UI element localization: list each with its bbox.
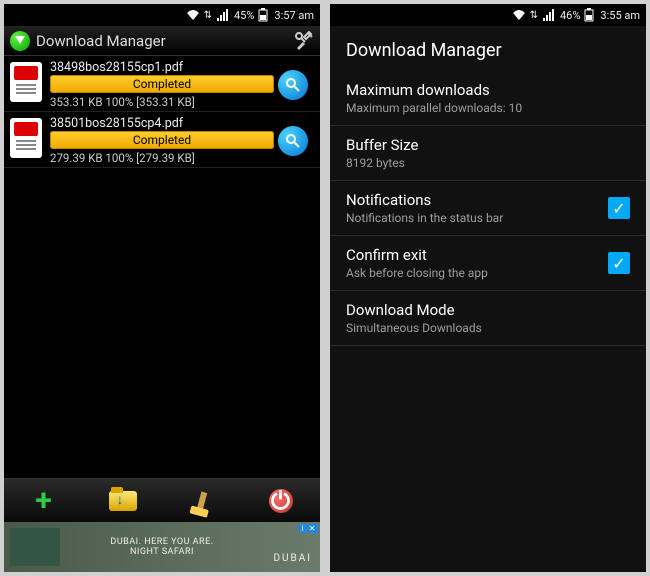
clock-text: 3:57 am: [274, 9, 314, 22]
download-stats: 279.39 KB 100% [279.39 KB]: [50, 151, 274, 165]
status-bar: ⇅ 45% 3:57 am: [4, 4, 320, 26]
setting-notifications[interactable]: Notifications Notifications in the statu…: [330, 181, 646, 236]
wifi-icon: [186, 9, 200, 21]
clear-button[interactable]: [162, 479, 241, 522]
setting-title: Download Mode: [346, 301, 630, 319]
download-filename: 38501bos28155cp4.pdf: [50, 116, 274, 131]
ad-info-icon[interactable]: i: [299, 524, 305, 533]
left-phone: ⇅ 45% 3:57 am Download Manager 38498bos2…: [4, 4, 320, 572]
setting-title: Notifications: [346, 191, 608, 209]
signal-icon: [216, 9, 230, 21]
setting-buffer-size[interactable]: Buffer Size 8192 bytes: [330, 126, 646, 181]
folder-download-icon: [109, 491, 137, 511]
plus-icon: +: [35, 483, 51, 518]
pdf-file-icon: [10, 118, 42, 158]
banner-ad[interactable]: DUBAI. HERE YOU ARE. NIGHT SAFARI i ✕ DU…: [4, 522, 320, 572]
power-icon: ⏻: [269, 489, 293, 513]
battery-percent: 45%: [234, 9, 254, 22]
setting-confirm-exit[interactable]: Confirm exit Ask before closing the app …: [330, 236, 646, 291]
ad-close-icon[interactable]: ✕: [307, 524, 318, 533]
download-stats: 353.31 KB 100% [353.31 KB]: [50, 95, 274, 109]
setting-title: Maximum downloads: [346, 81, 630, 99]
app-header: Download Manager: [4, 26, 320, 56]
ad-line2: NIGHT SAFARI: [130, 547, 194, 557]
status-bar: ⇅ 46% 3:55 am: [330, 4, 646, 26]
ad-badge: i ✕: [299, 524, 318, 533]
downloads-folder-button[interactable]: [83, 479, 162, 522]
battery-icon: [258, 8, 268, 22]
download-filename: 38498bos28155cp1.pdf: [50, 60, 274, 75]
checkbox-icon[interactable]: ✓: [608, 197, 630, 219]
data-icon: ⇅: [530, 10, 538, 21]
download-row[interactable]: 38498bos28155cp1.pdf Completed 353.31 KB…: [4, 56, 320, 112]
empty-area: [4, 168, 320, 478]
battery-percent: 46%: [560, 9, 580, 22]
setting-download-mode[interactable]: Download Mode Simultaneous Downloads: [330, 291, 646, 346]
download-list: 38498bos28155cp1.pdf Completed 353.31 KB…: [4, 56, 320, 168]
app-title: Download Manager: [36, 32, 294, 50]
download-progress-bar: Completed: [50, 131, 274, 149]
checkbox-icon[interactable]: ✓: [608, 252, 630, 274]
signal-icon: [542, 9, 556, 21]
settings-header: Download Manager: [330, 26, 646, 71]
battery-icon: [584, 8, 594, 22]
settings-tools-icon[interactable]: [294, 31, 314, 51]
view-download-button[interactable]: [278, 126, 308, 156]
bottom-toolbar: + ⏻: [4, 478, 320, 522]
exit-button[interactable]: ⏻: [241, 479, 320, 522]
pdf-file-icon: [10, 62, 42, 102]
view-download-button[interactable]: [278, 70, 308, 100]
setting-subtitle: Simultaneous Downloads: [346, 321, 630, 335]
setting-subtitle: 8192 bytes: [346, 156, 630, 170]
ad-brand: DUBAI: [273, 553, 312, 564]
ad-line1: DUBAI. HERE YOU ARE.: [110, 537, 213, 547]
setting-title: Confirm exit: [346, 246, 608, 264]
setting-max-downloads[interactable]: Maximum downloads Maximum parallel downl…: [330, 71, 646, 126]
setting-subtitle: Ask before closing the app: [346, 266, 608, 280]
ad-thumbnail: [10, 528, 60, 566]
data-icon: ⇅: [204, 10, 212, 21]
add-download-button[interactable]: +: [4, 479, 83, 522]
setting-title: Buffer Size: [346, 136, 630, 154]
broom-icon: [196, 491, 206, 510]
wifi-icon: [512, 9, 526, 21]
right-phone: ⇅ 46% 3:55 am Download Manager Maximum d…: [330, 4, 646, 572]
download-row[interactable]: 38501bos28155cp4.pdf Completed 279.39 KB…: [4, 112, 320, 168]
download-progress-bar: Completed: [50, 75, 274, 93]
setting-subtitle: Maximum parallel downloads: 10: [346, 101, 630, 115]
setting-subtitle: Notifications in the status bar: [346, 211, 608, 225]
clock-text: 3:55 am: [600, 9, 640, 22]
app-logo-icon: [10, 31, 30, 51]
